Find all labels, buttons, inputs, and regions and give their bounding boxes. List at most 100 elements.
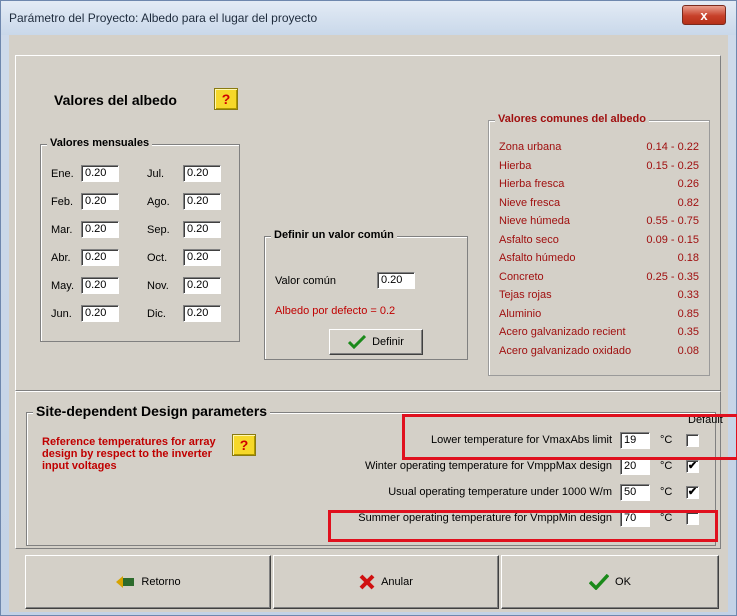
- month-label: Nov.: [147, 280, 169, 292]
- monthly-values-group: Valores mensuales Ene. 0.20 Feb. 0.20 Mar. 0.…: [40, 137, 240, 342]
- month-value-input[interactable]: 0.20: [81, 249, 119, 266]
- define-button[interactable]: Definir: [329, 329, 423, 355]
- reference-albedo-row: Acero galvanizado oxidado 0.08: [499, 345, 699, 362]
- reference-albedo-value: 0.26: [677, 178, 699, 190]
- reference-albedo-name: Nieve húmeda: [499, 215, 570, 227]
- reference-albedo-value: 0.33: [677, 289, 699, 301]
- reference-albedo-name: Concreto: [499, 270, 544, 283]
- highlight-box-lower-temp: [402, 414, 737, 460]
- month-value-input[interactable]: 0.20: [81, 277, 119, 294]
- design-help-button[interactable]: ?: [232, 434, 256, 456]
- back-arrow-icon: [116, 576, 135, 588]
- question-icon: ?: [239, 437, 249, 453]
- reference-albedo-value: 0.55 - 0.75: [646, 215, 699, 227]
- month-value-input[interactable]: 0.20: [81, 193, 119, 210]
- month-label: Sep.: [147, 224, 170, 236]
- reference-albedo-value: 0.18: [677, 252, 699, 264]
- month-value-input[interactable]: 0.20: [81, 165, 119, 182]
- unit-label: °C: [660, 486, 673, 498]
- reference-albedo-name: Nieve fresca: [499, 196, 561, 209]
- month-value-input[interactable]: 0.20: [183, 305, 221, 322]
- unit-label: °C: [660, 460, 673, 472]
- reference-albedo-value: 0.14 - 0.22: [646, 141, 699, 153]
- albedo-panel: Valores del albedo ? Valores mensuales E…: [15, 55, 721, 391]
- reference-albedo-name: Hierba: [499, 159, 532, 172]
- month-label: Jul.: [147, 168, 165, 180]
- ok-button[interactable]: OK: [501, 555, 719, 609]
- reference-albedo-name: Acero galvanizado oxidado: [499, 344, 632, 357]
- design-temperature-input[interactable]: 50: [620, 484, 650, 501]
- cancel-button-label: Anular: [381, 576, 413, 588]
- dialog-client: Valores del albedo ? Valores mensuales E…: [9, 35, 737, 612]
- month-value-input[interactable]: 0.20: [183, 193, 221, 210]
- reference-albedo-title: Valores comunes del albedo: [495, 113, 649, 125]
- cross-icon: [359, 574, 375, 590]
- month-label: Feb.: [51, 196, 74, 208]
- month-label: Oct.: [147, 252, 168, 264]
- design-temperature-input[interactable]: 20: [620, 458, 650, 475]
- monthly-values-title: Valores mensuales: [47, 137, 153, 149]
- cancel-button[interactable]: Anular: [273, 555, 499, 609]
- reference-albedo-value: 0.15 - 0.25: [646, 159, 699, 172]
- back-button-label: Retorno: [141, 576, 181, 588]
- reference-albedo-name: Aluminio: [499, 307, 542, 320]
- reference-albedo-value: 0.82: [677, 196, 699, 209]
- month-value-input[interactable]: 0.20: [183, 249, 221, 266]
- default-checkbox[interactable]: ✔: [686, 460, 699, 473]
- default-albedo-note: Albedo por defecto = 0.2: [275, 305, 396, 317]
- title-bar: Parámetro del Proyecto: Albedo para el l…: [1, 1, 736, 35]
- common-value-label: Valor común: [275, 275, 336, 287]
- common-value-group: Definir un valor común Valor común 0.20 …: [264, 229, 468, 360]
- month-label: Abr.: [51, 252, 71, 264]
- define-button-label: Definir: [372, 336, 404, 348]
- month-label: Mar.: [51, 224, 73, 236]
- reference-albedo-name: Tejas rojas: [499, 289, 552, 301]
- albedo-heading: Valores del albedo: [54, 92, 177, 108]
- month-value-input[interactable]: 0.20: [81, 221, 119, 238]
- ok-button-label: OK: [615, 576, 631, 588]
- month-value-input[interactable]: 0.20: [81, 305, 119, 322]
- reference-albedo-row: Asfalto seco 0.09 - 0.15: [499, 234, 699, 251]
- design-row-label: Usual operating temperature under 1000 W…: [388, 486, 612, 498]
- reference-albedo-value: 0.08: [677, 344, 699, 357]
- reference-albedo-row: Acero galvanizado recient 0.35: [499, 326, 699, 343]
- design-row-label: Winter operating temperature for VmppMax…: [364, 460, 612, 472]
- month-value-input[interactable]: 0.20: [183, 221, 221, 238]
- reference-albedo-name: Hierba fresca: [499, 178, 565, 190]
- design-title: Site-dependent Design parameters: [33, 403, 271, 419]
- month-label: May.: [51, 280, 75, 292]
- reference-albedo-name: Asfalto húmedo: [499, 252, 576, 264]
- month-value-input[interactable]: 0.20: [183, 277, 221, 294]
- check-icon: [589, 574, 610, 590]
- window-title: Parámetro del Proyecto: Albedo para el l…: [9, 11, 318, 25]
- reference-albedo-row: Concreto 0.25 - 0.35: [499, 271, 699, 288]
- common-value-title: Definir un valor común: [271, 229, 397, 241]
- month-label: Dic.: [147, 308, 166, 320]
- reference-albedo-value: 0.25 - 0.35: [646, 270, 699, 283]
- common-value-input[interactable]: 0.20: [377, 272, 415, 289]
- close-button[interactable]: x: [682, 5, 726, 25]
- reference-albedo-value: 0.35: [677, 326, 699, 338]
- reference-albedo-row: Tejas rojas 0.33: [499, 289, 699, 306]
- default-checkbox[interactable]: ✔: [686, 486, 699, 499]
- reference-albedo-name: Acero galvanizado recient: [499, 326, 626, 338]
- design-note: Reference temperatures for array design …: [42, 436, 216, 472]
- albedo-help-button[interactable]: ?: [214, 88, 238, 110]
- month-label: Ene.: [51, 168, 74, 180]
- reference-albedo-row: Asfalto húmedo 0.18: [499, 252, 699, 269]
- design-panel: Site-dependent Design parameters Referen…: [15, 391, 737, 549]
- reference-albedo-group: Valores comunes del albedo Zona urbana 0.…: [488, 113, 710, 376]
- reference-albedo-name: Asfalto seco: [499, 233, 559, 246]
- reference-albedo-row: Nieve fresca 0.82: [499, 197, 699, 214]
- month-value-input[interactable]: 0.20: [183, 165, 221, 182]
- dialog-window: Parámetro del Proyecto: Albedo para el l…: [0, 0, 737, 616]
- question-icon: ?: [221, 91, 231, 107]
- reference-albedo-row: Zona urbana 0.14 - 0.22: [499, 141, 699, 158]
- back-button[interactable]: Retorno: [25, 555, 271, 609]
- reference-albedo-row: Hierba fresca 0.26: [499, 178, 699, 195]
- reference-albedo-row: Nieve húmeda 0.55 - 0.75: [499, 215, 699, 232]
- reference-albedo-value: 0.09 - 0.15: [646, 233, 699, 246]
- reference-albedo-row: Aluminio 0.85: [499, 308, 699, 325]
- highlight-box-summer-temp: [328, 510, 718, 542]
- month-label: Ago.: [147, 196, 170, 208]
